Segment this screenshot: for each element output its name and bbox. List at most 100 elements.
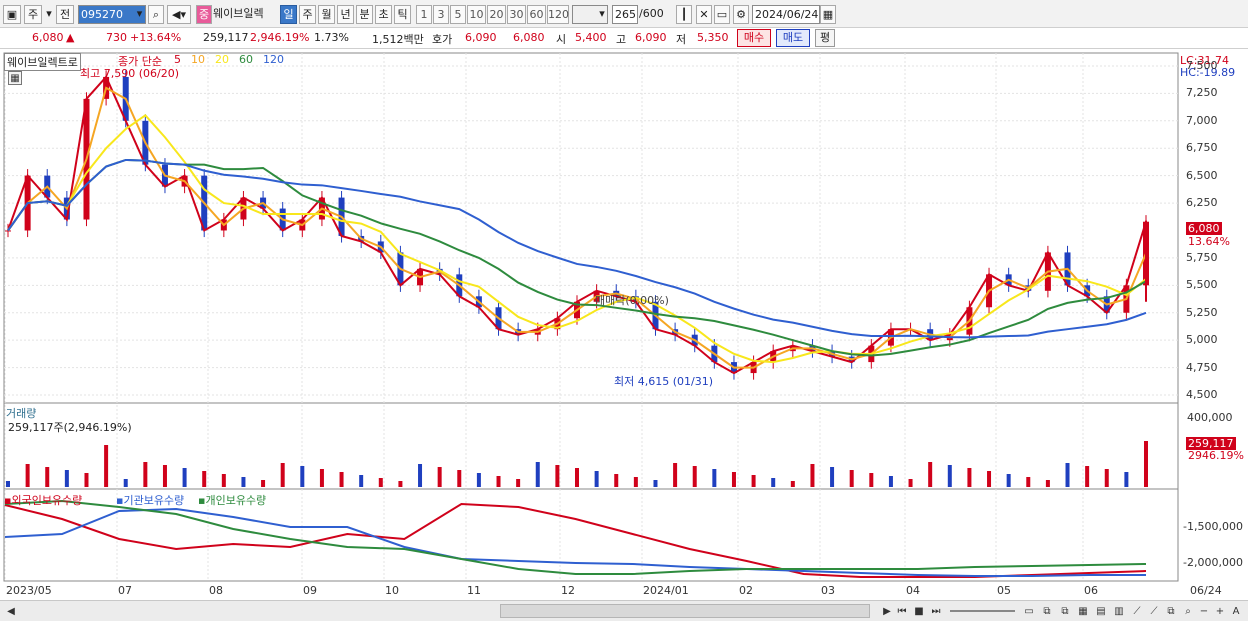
x-axis-right-label: 06/24	[1190, 584, 1222, 597]
horizontal-scrollbar[interactable]: ◀ ▶ ⏮ ■ ⏭ ▭ ⧉ ⧉ ▦ ▤ ▥ ⟋ ⟋ ⧉ ⌕ − + A	[0, 600, 1248, 621]
mode-button[interactable]: 주	[24, 5, 42, 24]
layout-6-icon[interactable]: ▥	[1112, 605, 1126, 619]
x-axis-label: 2024/01	[643, 584, 689, 597]
scroll-right-icon[interactable]: ▶	[880, 605, 894, 619]
code-dropdown-icon[interactable]: ▾	[133, 5, 146, 24]
interval-button-3[interactable]: 3	[433, 5, 449, 24]
x-axis-label: 04	[906, 584, 920, 597]
candle-icon[interactable]: ┃	[676, 5, 692, 24]
count-input[interactable]: 265	[612, 5, 638, 24]
period-tab-2[interactable]: 월	[318, 5, 335, 24]
sell-button[interactable]: 매도	[776, 29, 810, 47]
crosshair-icon[interactable]: ✕	[696, 5, 712, 24]
price-value: 6,080	[32, 31, 64, 44]
ma-legend-20: 20	[215, 53, 229, 66]
volume-value: 259,117	[203, 31, 249, 44]
x-axis-label: 08	[209, 584, 223, 597]
chevron-down-icon[interactable]: ▾	[44, 5, 54, 24]
volume-bar	[319, 469, 324, 487]
x-axis-label: 02	[739, 584, 753, 597]
volume-bar	[928, 462, 933, 487]
font-icon[interactable]: A	[1229, 605, 1243, 619]
save-icon[interactable]: ▭	[714, 5, 730, 24]
interval-button-60[interactable]: 60	[527, 5, 546, 24]
layout-4-icon[interactable]: ▦	[1076, 605, 1090, 619]
volume-bar	[673, 463, 678, 487]
layout-2-icon[interactable]: ⧉	[1040, 605, 1054, 619]
x-axis-label: 06	[1084, 584, 1098, 597]
buy-button[interactable]: 매수	[737, 29, 771, 47]
low-value: 5,350	[697, 31, 729, 44]
period-tab-6[interactable]: 틱	[394, 5, 411, 24]
chart-type-icon[interactable]: ▣	[3, 5, 21, 24]
volume-y-tick: 400,000	[1187, 411, 1233, 424]
layout-5-icon[interactable]: ▤	[1094, 605, 1108, 619]
zoom-in-icon[interactable]: +	[1213, 605, 1227, 619]
bid-value: 6,080	[513, 31, 545, 44]
date-input[interactable]: 2024/06/24	[752, 5, 820, 24]
speaker-icon[interactable]: ◀▾	[167, 5, 191, 24]
volume-bar	[967, 468, 972, 487]
volume-bar	[712, 469, 717, 487]
interval-button-5[interactable]: 5	[450, 5, 466, 24]
chart-area[interactable]: 웨이브일렉트로 종가 단순 5 10 20 60 120 ▦ 최고 7,590 (06/…	[0, 49, 1248, 599]
volume-bar	[1144, 441, 1148, 487]
interval-button-30[interactable]: 30	[507, 5, 526, 24]
period-tab-3[interactable]: 년	[337, 5, 354, 24]
copy-icon[interactable]: ⧉	[1164, 605, 1178, 619]
volume-bar	[771, 478, 776, 487]
x-axis-label: 11	[467, 584, 481, 597]
period-tab-5[interactable]: 초	[375, 5, 392, 24]
draw-line-icon[interactable]: ⟋	[1130, 605, 1144, 619]
volume-bar	[261, 480, 266, 487]
prev-button[interactable]: 전	[56, 5, 74, 24]
chart-canvas[interactable]	[0, 49, 1248, 599]
x-axis-label: 09	[303, 584, 317, 597]
zoom-icon[interactable]: ⌕	[1181, 605, 1195, 619]
high-annotation: 최고 7,590 (06/20)	[80, 67, 180, 80]
ma-legend-60: 60	[239, 53, 253, 66]
eval-button[interactable]: 평	[815, 29, 835, 47]
volume-bar	[830, 467, 835, 487]
trading-halt-annotation: 매매락(0,00%)	[595, 294, 669, 307]
draw-tool-icon[interactable]: ⟋	[1147, 605, 1161, 619]
period-tab-0[interactable]: 일	[280, 5, 297, 24]
price-y-tick: 5,750	[1186, 250, 1218, 264]
stock-name: 웨이브일렉	[213, 7, 264, 20]
volume-bar	[45, 467, 50, 487]
interval-button-20[interactable]: 20	[487, 5, 506, 24]
x-axis-label: 07	[118, 584, 132, 597]
layout-3-icon[interactable]: ⧉	[1058, 605, 1072, 619]
rewind-icon[interactable]: ⏮	[895, 605, 909, 619]
volume-bar	[241, 477, 246, 487]
zoom-slider[interactable]	[950, 610, 1015, 612]
gear-icon[interactable]: ⚙	[733, 5, 749, 24]
ma-legend-10: 10	[191, 53, 205, 66]
price-y-tick: 6,500	[1186, 168, 1218, 182]
volume-bar	[64, 470, 69, 487]
fast-forward-icon[interactable]: ⏭	[929, 605, 943, 619]
period-tab-1[interactable]: 주	[299, 5, 316, 24]
price-y-tick: 7,000	[1186, 113, 1218, 127]
x-axis-label: 03	[821, 584, 835, 597]
interval-dropdown-icon[interactable]: ▾	[596, 5, 608, 24]
search-icon[interactable]: ⌕	[148, 5, 164, 24]
grid-icon[interactable]: ▦	[8, 71, 22, 85]
scroll-left-icon[interactable]: ◀	[4, 605, 18, 619]
interval-button-1[interactable]: 1	[416, 5, 432, 24]
price-y-tick: 5,500	[1186, 278, 1218, 292]
interval-button-10[interactable]: 10	[467, 5, 486, 24]
volume-bar	[888, 476, 893, 487]
layout-1-icon[interactable]: ▭	[1022, 605, 1036, 619]
volume-bar	[614, 474, 619, 487]
ask-label: 호가	[432, 33, 453, 46]
up-arrow-icon: ▲	[66, 31, 75, 44]
ask-value: 6,090	[465, 31, 497, 44]
interval-button-120[interactable]: 120	[547, 5, 569, 24]
period-tab-4[interactable]: 분	[356, 5, 373, 24]
price-y-tick: 7,500	[1186, 58, 1218, 72]
stop-icon[interactable]: ■	[912, 605, 926, 619]
zoom-out-icon[interactable]: −	[1197, 605, 1211, 619]
calendar-icon[interactable]: ▦	[820, 5, 836, 24]
scroll-thumb[interactable]	[500, 604, 870, 618]
